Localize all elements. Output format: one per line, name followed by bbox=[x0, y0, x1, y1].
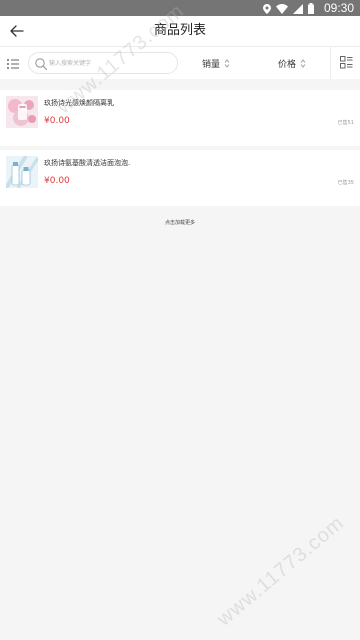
load-more-button[interactable]: 点击加载更多 bbox=[0, 219, 360, 227]
grid-layout-icon bbox=[339, 54, 353, 73]
sort-arrows-icon bbox=[224, 58, 230, 68]
product-sold-count: 已售35 bbox=[337, 180, 354, 186]
product-name: 玖扬诗氨基酸清透洁面泡泡. bbox=[44, 159, 131, 167]
sort-by-price-button[interactable]: 价格 bbox=[278, 55, 306, 71]
category-list-button[interactable] bbox=[6, 56, 20, 70]
sort-sales-label: 销量 bbox=[202, 59, 221, 70]
battery-icon bbox=[308, 0, 314, 18]
location-icon bbox=[263, 0, 271, 18]
status-time: 09:30 bbox=[323, 1, 354, 15]
sort-arrows-icon bbox=[300, 58, 306, 68]
watermark: www.11773.com bbox=[213, 511, 349, 631]
product-sold-count: 已售51 bbox=[337, 120, 354, 126]
product-image-blue bbox=[6, 156, 38, 188]
product-list-item[interactable]: 玖扬诗氨基酸清透洁面泡泡. ¥0.00 已售35 bbox=[0, 150, 360, 206]
product-image-pink bbox=[6, 96, 38, 128]
product-list-item[interactable]: 玖扬诗光感焕颜隔离乳 ¥0.00 已售51 bbox=[0, 90, 360, 146]
signal-icon bbox=[293, 0, 303, 18]
list-icon bbox=[6, 56, 20, 75]
wifi-icon bbox=[276, 0, 288, 18]
layout-toggle-button[interactable] bbox=[330, 47, 360, 79]
product-price: ¥0.00 bbox=[44, 176, 70, 186]
search-icon bbox=[34, 56, 48, 71]
status-icons bbox=[263, 2, 314, 14]
sort-price-label: 价格 bbox=[278, 59, 297, 70]
filter-bar: 销量 价格 bbox=[0, 47, 360, 79]
sort-by-sales-button[interactable]: 销量 bbox=[202, 55, 230, 71]
